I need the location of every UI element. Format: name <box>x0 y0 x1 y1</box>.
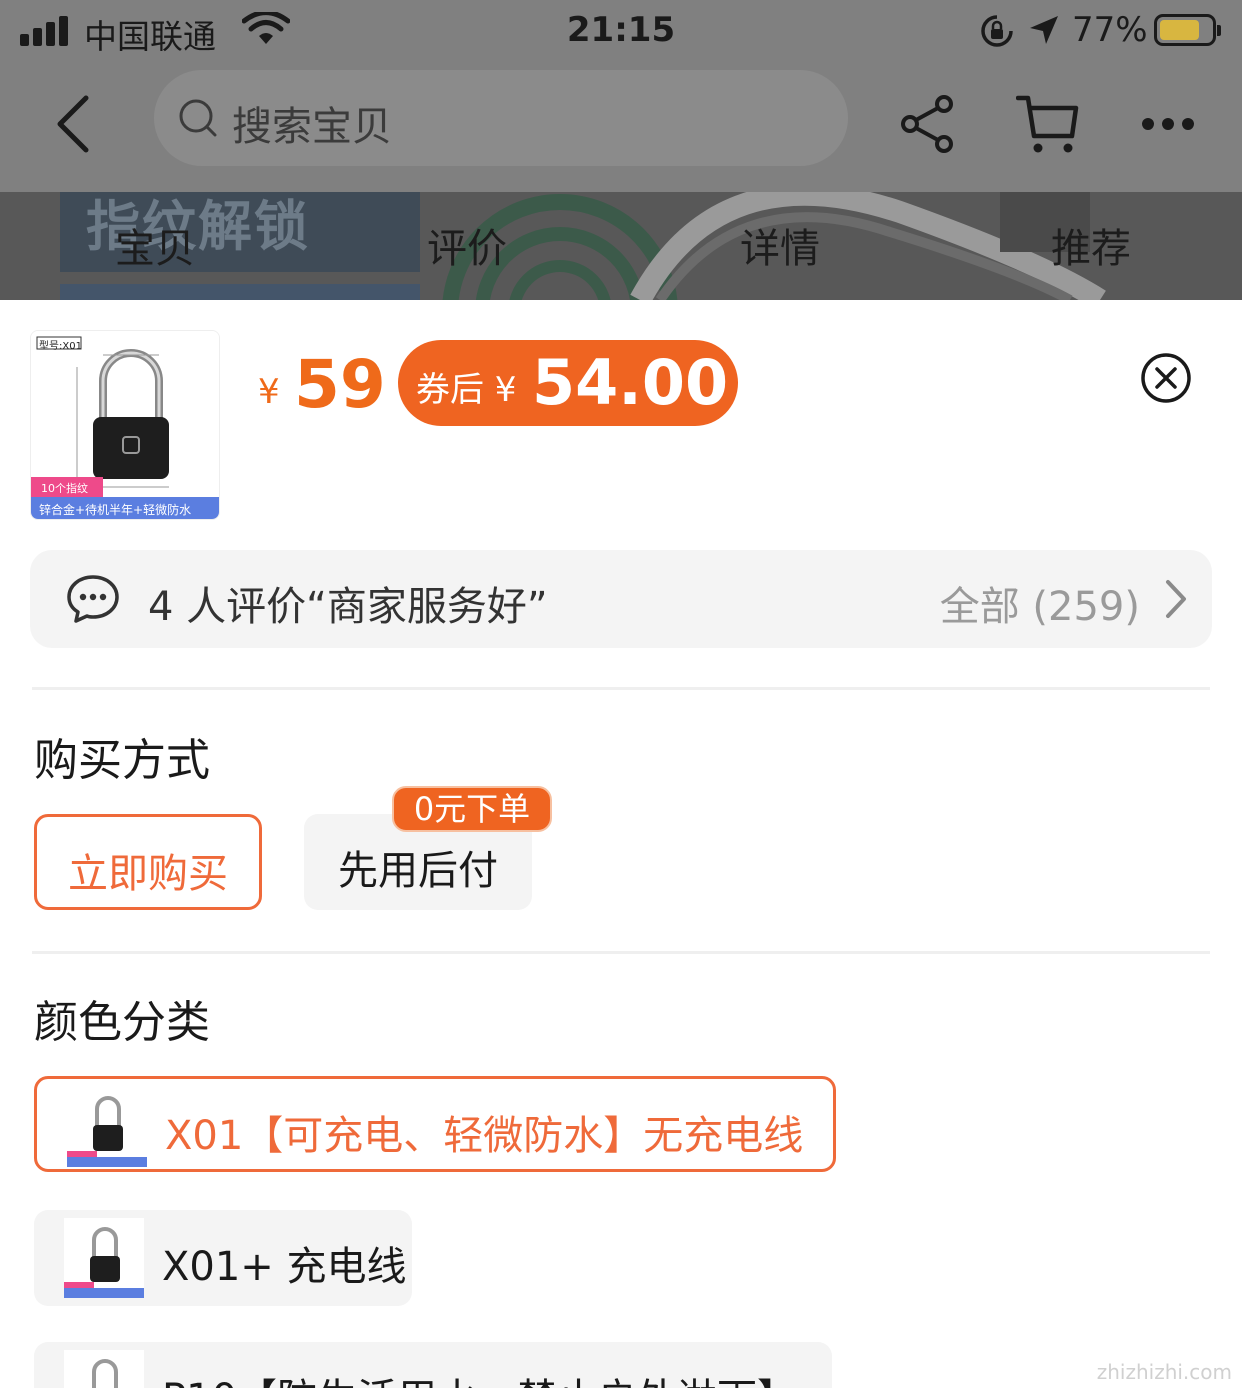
nav-bar: 搜索宝贝 <box>0 64 1242 192</box>
sku-thumbnail <box>64 1350 144 1388</box>
battery-icon <box>1154 14 1221 46</box>
location-arrow-icon <box>1030 16 1058 44</box>
chevron-right-icon <box>1166 580 1186 618</box>
rotation-lock-icon <box>981 15 1013 47</box>
sku-label: X01【可充电、轻微防水】无充电线 <box>165 1113 804 1159</box>
review-all-link[interactable]: 全部 (259) <box>940 574 1140 632</box>
search-placeholder: 搜索宝贝 <box>232 104 392 150</box>
site-watermark: zhizhizhi.com <box>1092 1298 1232 1384</box>
battery-percent: 77% <box>1072 10 1148 50</box>
search-icon <box>179 99 217 137</box>
share-icon[interactable] <box>900 94 956 154</box>
thumbnail-tag: 10个指纹 <box>41 482 88 495</box>
dimmed-background[interactable]: 中国联通 21:15 77% 搜索宝贝 指纹解锁 宝贝 评价 详情 推荐 <box>0 0 1242 300</box>
divider <box>32 951 1210 954</box>
price-value: 59 <box>294 346 386 423</box>
buy-now-label: 立即购买 <box>68 851 228 897</box>
tab-item[interactable]: 宝贝 <box>75 216 235 274</box>
sku-option-p10[interactable]: P10【防生活用水，禁止户外淋雨】 <box>34 1342 832 1388</box>
color-category-title: 颜色分类 <box>34 997 210 1048</box>
sku-option-x01-with-cable[interactable]: X01+ 充电线 <box>34 1210 412 1306</box>
tab-reviews[interactable]: 评价 <box>387 216 547 274</box>
thumbnail-model-label: 型号:X01 <box>39 341 82 352</box>
close-icon[interactable] <box>1140 352 1192 404</box>
sku-label: X01+ 充电线 <box>162 1244 407 1290</box>
price-currency: ¥ <box>258 372 280 412</box>
comment-bubble-icon <box>67 575 119 623</box>
thumbnail-caption: 锌合金+待机半年+轻微防水 <box>39 503 192 517</box>
sku-thumbnail <box>67 1087 147 1167</box>
purchase-method-title: 购买方式 <box>34 735 210 786</box>
review-highlight-text: 4 人评价“商家服务好” <box>148 584 548 630</box>
divider <box>32 687 1210 690</box>
more-icon[interactable] <box>1140 116 1196 132</box>
sku-option-x01-no-cable[interactable]: X01【可充电、轻微防水】无充电线 <box>34 1076 836 1172</box>
coupon-price-badge: 券后 ¥ 54.00 <box>398 340 738 426</box>
back-icon[interactable] <box>52 94 96 154</box>
sku-selection-sheet: 型号:X01 10个指纹 锌合金+待机半年+轻微防水 ¥ 59 券后 ¥ 54.… <box>0 300 1242 1388</box>
coupon-price: 54.00 <box>532 346 729 419</box>
search-input[interactable]: 搜索宝贝 <box>154 70 848 166</box>
sku-label: P10【防生活用水，禁止户外淋雨】 <box>162 1366 797 1388</box>
coupon-label: 券后 ¥ <box>416 370 517 410</box>
cart-icon[interactable] <box>1016 92 1080 156</box>
product-hero-image: 指纹解锁 宝贝 评价 详情 推荐 <box>0 192 1242 300</box>
sku-thumbnail <box>64 1218 144 1298</box>
watermark-text: zhizhizhi.com <box>1096 1360 1232 1384</box>
pay-later-label: 先用后付 <box>338 848 498 894</box>
tab-recommend[interactable]: 推荐 <box>1011 216 1171 274</box>
status-bar: 中国联通 21:15 77% <box>0 0 1242 64</box>
buy-now-option[interactable]: 立即购买 <box>34 814 262 910</box>
zero-yuan-badge: 0元下单 <box>392 786 552 832</box>
tab-bar: 宝贝 评价 详情 推荐 <box>0 216 1242 300</box>
review-summary-bar[interactable]: 4 人评价“商家服务好” 全部 (259) <box>30 550 1212 648</box>
product-thumbnail[interactable]: 型号:X01 10个指纹 锌合金+待机半年+轻微防水 <box>30 330 220 520</box>
tab-details[interactable]: 详情 <box>700 216 860 274</box>
